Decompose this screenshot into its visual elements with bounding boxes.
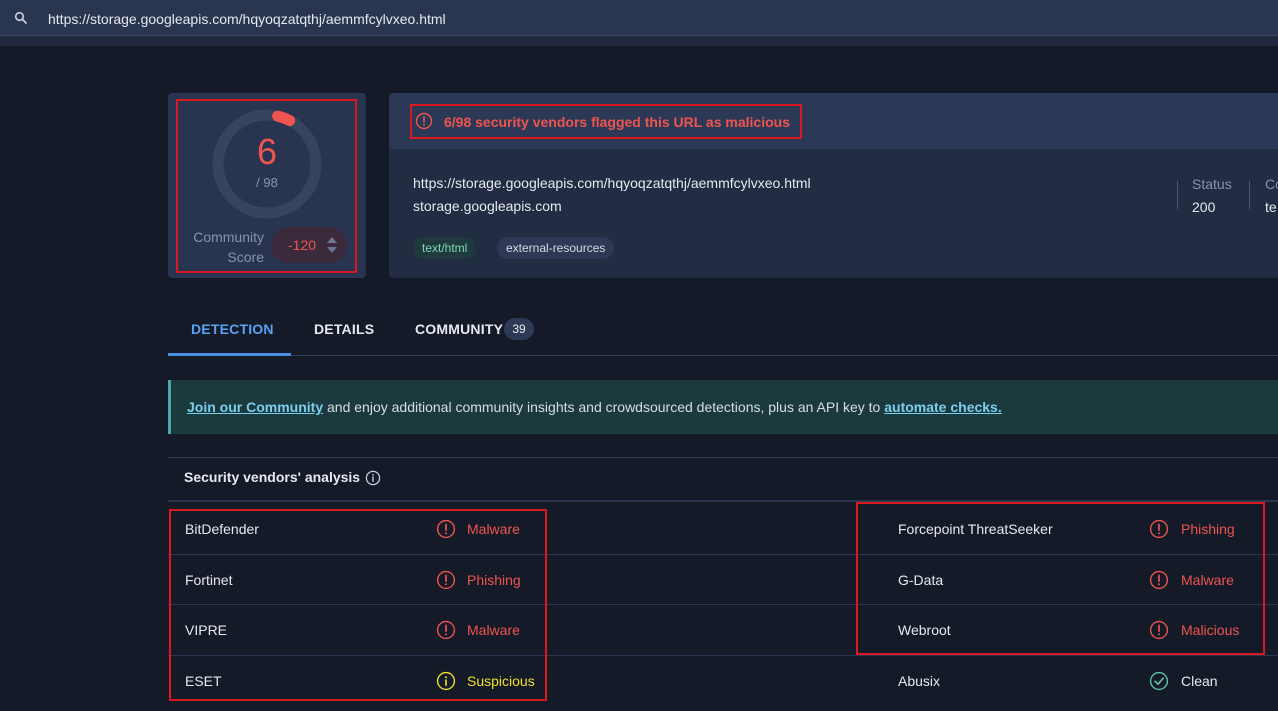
check-circle-icon [1149, 671, 1169, 691]
alert-bar: 6/98 security vendors flagged this URL a… [389, 93, 1278, 149]
community-count-badge: 39 [504, 318, 534, 340]
tab-community[interactable]: COMMUNITY [415, 321, 503, 337]
alert-circle-icon [436, 519, 456, 539]
status-label: Status [1192, 176, 1232, 192]
vendor-name: VIPRE [185, 622, 228, 638]
alert-circle-icon [415, 112, 433, 130]
column-divider [1249, 181, 1250, 209]
tabs-divider [168, 355, 1278, 356]
topbar-shadow [0, 36, 1278, 46]
join-community-link[interactable]: Join our Community [187, 399, 323, 415]
vendor-row-divider [168, 655, 1278, 656]
tag-text-html[interactable]: text/html [413, 237, 477, 259]
vendor-result: Malicious [1181, 622, 1240, 638]
vendor-name: G-Data [898, 572, 944, 588]
vendor-name: Abusix [898, 673, 941, 689]
banner-middle-text: and enjoy additional community insights … [323, 399, 885, 415]
detection-score-card: 6 / 98 Community Score -120 [168, 93, 366, 278]
info-url: https://storage.googleapis.com/hqyoqzatq… [413, 175, 811, 191]
alert-circle-icon [1149, 620, 1169, 640]
vendor-result: Suspicious [467, 673, 535, 689]
info-domain[interactable]: storage.googleapis.com [413, 198, 562, 214]
search-input[interactable] [48, 9, 948, 29]
vendors-title: Security vendors' analysis [184, 469, 361, 485]
vendor-result: Clean [1181, 673, 1218, 689]
status-value: 200 [1192, 199, 1216, 215]
top-search-bar [0, 0, 1278, 36]
content-type-value: te [1265, 199, 1277, 215]
vendor-result: Phishing [1181, 521, 1235, 537]
alert-text: 6/98 security vendors flagged this URL a… [444, 114, 790, 130]
vendor-name: ESET [185, 673, 222, 689]
url-info-card: 6/98 security vendors flagged this URL a… [389, 93, 1278, 278]
upvote-arrow-icon[interactable] [327, 237, 337, 243]
vendor-row-divider [168, 554, 1278, 555]
vendor-result: Phishing [467, 572, 521, 588]
vendor-result: Malware [1181, 572, 1234, 588]
content-type-label: Co [1265, 176, 1278, 192]
vendor-name: Fortinet [185, 572, 233, 588]
alert-circle-icon [436, 620, 456, 640]
info-circle-icon [436, 671, 456, 691]
tab-detection[interactable]: DETECTION [191, 321, 274, 337]
search-icon[interactable] [14, 11, 28, 25]
alert-circle-icon [1149, 570, 1169, 590]
tab-details[interactable]: DETAILS [314, 321, 374, 337]
vendor-name: Webroot [898, 622, 951, 638]
community-score-label: Community Score [180, 227, 264, 267]
banner-text: Join our Community and enjoy additional … [187, 399, 1002, 415]
downvote-arrow-icon[interactable] [327, 247, 337, 253]
vendor-name: Forcepoint ThreatSeeker [898, 521, 1053, 537]
info-circle-icon[interactable] [365, 470, 381, 486]
detection-total: / 98 [256, 175, 278, 190]
community-score-value: -120 [288, 237, 317, 253]
automate-checks-link[interactable]: automate checks. [884, 399, 1002, 415]
alert-circle-icon [436, 570, 456, 590]
panel-top-divider [168, 457, 1278, 458]
column-divider [1177, 181, 1178, 209]
tag-external-resources[interactable]: external-resources [497, 237, 615, 259]
active-tab-indicator [168, 353, 291, 356]
vendor-result: Malware [467, 622, 520, 638]
vendor-result: Malware [467, 521, 520, 537]
community-score-pill: -120 [271, 227, 347, 263]
community-banner: Join our Community and enjoy additional … [168, 380, 1278, 434]
community-score-label-line1: Community [193, 229, 264, 245]
detection-count: 6 [256, 131, 278, 172]
alert-circle-icon [1149, 519, 1169, 539]
vendor-row-divider [168, 604, 1278, 605]
community-score-label-line2: Score [227, 249, 264, 265]
panel-header-divider [168, 500, 1278, 502]
vendor-name: BitDefender [185, 521, 259, 537]
